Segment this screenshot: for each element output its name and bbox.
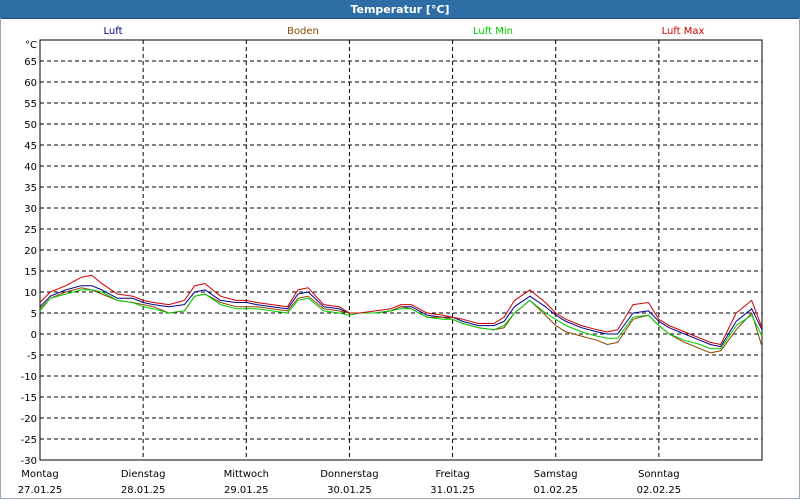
y-tick-label: -20 bbox=[21, 414, 37, 425]
y-tick-label: 45 bbox=[24, 141, 37, 152]
y-tick-label: 50 bbox=[24, 120, 37, 131]
legend-entry: Luft Max bbox=[662, 26, 705, 37]
x-tick-day: Montag bbox=[21, 469, 58, 480]
y-tick-label: -25 bbox=[21, 435, 37, 446]
y-tick-label: 0 bbox=[31, 330, 37, 341]
series-layer bbox=[39, 274, 763, 354]
y-tick-label: 10 bbox=[24, 288, 37, 299]
x-tick-date: 29.01.25 bbox=[224, 485, 269, 496]
x-tick-day: Mittwoch bbox=[224, 469, 269, 480]
series-line-luft-min bbox=[39, 289, 763, 350]
legend-entry: Luft bbox=[104, 26, 123, 37]
y-tick-label: 5 bbox=[31, 309, 37, 320]
series-line-luft bbox=[39, 285, 763, 348]
legend-entry: Boden bbox=[287, 26, 319, 37]
x-tick-date: 31.01.25 bbox=[430, 485, 475, 496]
y-tick-label: 65 bbox=[24, 57, 37, 68]
temperature-chart: Luft Boden Luft Min Luft Max 65605550454035… bbox=[18, 26, 763, 496]
y-tick-label: 40 bbox=[24, 162, 37, 173]
legend: Luft Boden Luft Min Luft Max bbox=[104, 26, 705, 37]
x-tick-date: 30.01.25 bbox=[327, 485, 372, 496]
y-tick-label: 15 bbox=[24, 267, 37, 278]
x-tick-date: 02.02.25 bbox=[637, 485, 682, 496]
y-tick-label: 30 bbox=[24, 204, 37, 215]
y-tick-label: 20 bbox=[24, 246, 37, 257]
y-axis: 65605550454035302520151050-5-10-15-20-25… bbox=[21, 40, 37, 467]
y-axis-unit: °C bbox=[25, 40, 37, 51]
y-tick-label: -15 bbox=[21, 393, 37, 404]
y-tick-label: 25 bbox=[24, 225, 37, 236]
x-tick-day: Sonntag bbox=[638, 469, 680, 480]
y-tick-label: 55 bbox=[24, 99, 37, 110]
x-tick-day: Donnerstag bbox=[320, 469, 378, 480]
x-tick-date: 27.01.25 bbox=[18, 485, 63, 496]
x-axis: Montag 27.01.25 Dienstag 28.01.25 Mittwoch 29… bbox=[18, 469, 681, 496]
x-tick-day: Samstag bbox=[534, 469, 578, 480]
y-tick-label: -30 bbox=[21, 456, 37, 467]
y-tick-label: -10 bbox=[21, 372, 37, 383]
y-tick-label: 60 bbox=[24, 78, 37, 89]
x-tick-date: 01.02.25 bbox=[533, 485, 578, 496]
y-tick-label: -5 bbox=[27, 351, 37, 362]
grid-layer bbox=[39, 39, 763, 461]
x-tick-date: 28.01.25 bbox=[121, 485, 166, 496]
legend-entry: Luft Min bbox=[473, 26, 513, 37]
x-tick-day: Dienstag bbox=[121, 469, 166, 480]
y-tick-label: 35 bbox=[24, 183, 37, 194]
x-tick-day: Freitag bbox=[435, 469, 469, 480]
